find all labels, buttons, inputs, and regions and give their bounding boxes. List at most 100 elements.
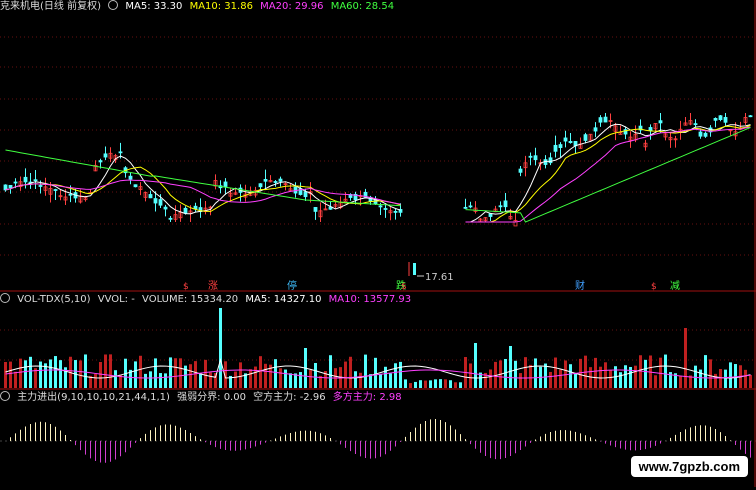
volume-ma10-line xyxy=(5,369,751,379)
volume-bar xyxy=(559,369,562,388)
stock-chart-svg: 17.61涨停跌财减$ $ $ xyxy=(0,0,756,487)
volume-bar xyxy=(709,359,712,388)
candle-body xyxy=(568,140,573,144)
candle-body xyxy=(593,127,598,132)
settings-icon[interactable] xyxy=(108,0,119,10)
candle-body xyxy=(183,207,188,214)
candle-body xyxy=(723,117,728,123)
watermark: www.7gpzb.com xyxy=(630,456,748,477)
volume-bar xyxy=(719,369,722,388)
volume-bar xyxy=(409,383,412,388)
candle-body xyxy=(518,168,523,173)
volume-bar xyxy=(364,354,367,388)
small-marker: $ xyxy=(401,282,407,292)
ind-settings-icon[interactable] xyxy=(0,391,10,401)
candle-body xyxy=(703,132,708,137)
volume-bar xyxy=(354,371,357,388)
volume-ma5-line xyxy=(5,357,751,379)
short-force-label: 空方主力: -2.96 xyxy=(253,392,326,403)
volume-bar xyxy=(289,373,292,388)
candle-body xyxy=(553,144,558,152)
volume-bar xyxy=(519,373,522,388)
volume-bar xyxy=(249,369,252,388)
candle-body xyxy=(303,191,308,198)
vol-settings-icon[interactable] xyxy=(0,293,10,303)
volume-bar xyxy=(134,361,137,388)
volume-bar xyxy=(609,370,612,388)
candle-body xyxy=(378,205,383,208)
volume-bar xyxy=(444,379,447,388)
volume-bar xyxy=(549,371,552,388)
volume-bar xyxy=(294,373,297,388)
candle-body xyxy=(528,155,533,158)
volume-bar xyxy=(509,346,512,388)
ma20-label: MA20: 29.96 xyxy=(260,1,324,12)
volume-bar xyxy=(744,369,747,388)
event-marker: 财 xyxy=(575,279,585,292)
volume-bar xyxy=(149,371,152,388)
volume-bar xyxy=(554,357,557,388)
volume-bar xyxy=(279,368,282,388)
volume-bar xyxy=(164,373,167,388)
candle-body xyxy=(278,178,283,182)
volume-bar xyxy=(199,373,202,388)
volume-bar xyxy=(84,354,87,388)
candle-body xyxy=(163,206,168,210)
volume-bar xyxy=(534,358,537,388)
volume-bar xyxy=(274,359,277,388)
candle-body xyxy=(383,208,388,210)
ma60-line xyxy=(5,127,751,223)
ind-name: 主力进出(9,10,10,10,21,44,1,1) xyxy=(17,392,170,403)
vol-ma5-label: MA5: 14327.10 xyxy=(245,294,322,305)
volume-bar xyxy=(439,379,442,388)
ma60-label: MA60: 28.54 xyxy=(330,1,395,12)
candle-body xyxy=(533,155,538,161)
volume-bar xyxy=(514,360,517,388)
volume-bar xyxy=(389,373,392,388)
volume-bar xyxy=(369,374,372,388)
volume-bar xyxy=(254,366,257,388)
candle-body xyxy=(263,179,268,182)
low-candle-body xyxy=(413,263,416,275)
candle-body xyxy=(718,115,723,120)
volume-bar xyxy=(749,374,752,388)
candle-body xyxy=(98,160,103,163)
candle-body xyxy=(463,206,468,209)
vvol-label: VVOL: - xyxy=(97,294,135,305)
volume-bar xyxy=(394,363,397,388)
volume-bar xyxy=(99,361,102,388)
volume-bar xyxy=(599,366,602,388)
volume-bar xyxy=(144,373,147,388)
stock-name: 克来机电(日线 前复权) xyxy=(0,1,101,12)
indicator-header: 主力进出(9,10,10,10,21,44,1,1) 强弱分界: 0.00 空方… xyxy=(0,391,406,404)
candle-body xyxy=(258,183,263,188)
candle-body xyxy=(583,134,588,141)
volume-bar xyxy=(624,365,627,388)
volume-bar xyxy=(419,380,422,388)
strong-weak-label: 强弱分界: 0.00 xyxy=(177,392,246,403)
volume-bar xyxy=(219,308,222,388)
volume-bar xyxy=(529,364,532,388)
volume-bar xyxy=(424,380,427,388)
ma10-label: MA10: 31.86 xyxy=(189,1,253,12)
volume-bar xyxy=(644,359,647,388)
volume-bar xyxy=(469,363,472,388)
event-marker: 涨 xyxy=(208,280,218,292)
volume-bar xyxy=(59,360,62,388)
volume-bar xyxy=(344,361,347,388)
volume-bar xyxy=(314,362,317,388)
candle-body xyxy=(128,175,133,180)
candle-body xyxy=(13,181,18,184)
candle-body xyxy=(648,127,653,131)
vol-name: VOL-TDX(5,10) xyxy=(17,294,91,305)
volume-bar xyxy=(239,362,242,388)
volume-bar xyxy=(474,343,477,388)
volume-bar xyxy=(109,354,112,388)
volume-bar xyxy=(54,356,57,388)
candle-body xyxy=(603,116,608,123)
vol-ma10-label: MA10: 13577.93 xyxy=(328,294,412,305)
volume-bar xyxy=(569,364,572,388)
volume-bar xyxy=(4,361,7,388)
small-marker: $ xyxy=(651,282,657,292)
candle-body xyxy=(38,185,43,187)
